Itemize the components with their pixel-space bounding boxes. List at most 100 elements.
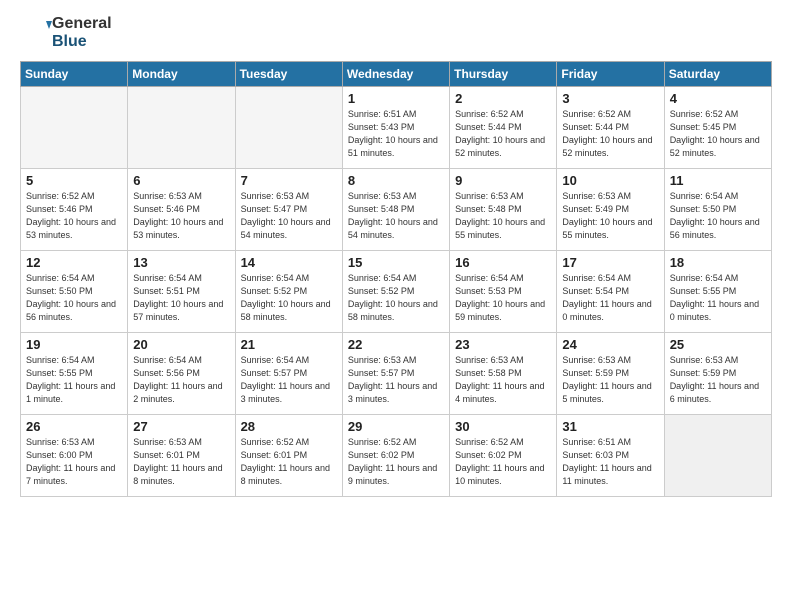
calendar-cell: 15 Sunrise: 6:54 AMSunset: 5:52 PMDayligh… [342,251,449,333]
day-number: 15 [348,255,444,270]
calendar-cell [21,87,128,169]
week-row-4: 19Sunrise: 6:54 AMSunset: 5:55 PMDayligh… [21,333,772,415]
calendar-cell: 5 Sunrise: 6:52 AMSunset: 5:46 PMDaylight… [21,169,128,251]
day-number: 9 [455,173,551,188]
week-row-1: 1Sunrise: 6:51 AMSunset: 5:43 PMDaylight… [21,87,772,169]
weekday-header-wednesday: Wednesday [342,62,449,87]
week-row-5: 26Sunrise: 6:53 AMSunset: 6:00 PMDayligh… [21,415,772,497]
day-info: Sunrise: 6:54 AMSunset: 5:50 PMDaylight:… [670,190,766,242]
logo-svg [20,17,52,49]
day-number: 20 [133,337,229,352]
calendar-cell: 17Sunrise: 6:54 AMSunset: 5:54 PMDayligh… [557,251,664,333]
calendar-cell: 20 Sunrise: 6:54 AMSunset: 5:56 PMDayligh… [128,333,235,415]
calendar-cell: 27 Sunrise: 6:53 AMSunset: 6:01 PMDayligh… [128,415,235,497]
day-info: Sunrise: 6:53 AMSunset: 5:59 PMDaylight:… [562,354,658,406]
weekday-header-row: SundayMondayTuesdayWednesdayThursdayFrid… [21,62,772,87]
calendar-cell: 16Sunrise: 6:54 AMSunset: 5:53 PMDayligh… [450,251,557,333]
calendar-cell: 29 Sunrise: 6:52 AMSunset: 6:02 PMDayligh… [342,415,449,497]
day-number: 23 [455,337,551,352]
day-number: 11 [670,173,766,188]
day-info: Sunrise: 6:51 AMSunset: 6:03 PMDaylight:… [562,436,658,488]
day-info: Sunrise: 6:53 AMSunset: 6:01 PMDaylight:… [133,436,229,488]
page-container: General Blue SundayMondayTuesdayWednesda… [0,0,792,507]
day-info: Sunrise: 6:52 AMSunset: 5:46 PMDaylight:… [26,190,122,242]
day-number: 16 [455,255,551,270]
logo-text-block: General Blue [52,15,112,51]
calendar-cell: 31 Sunrise: 6:51 AMSunset: 6:03 PMDayligh… [557,415,664,497]
calendar-cell [664,415,771,497]
calendar-cell [128,87,235,169]
day-number: 18 [670,255,766,270]
day-info: Sunrise: 6:54 AMSunset: 5:51 PMDaylight:… [133,272,229,324]
day-number: 26 [26,419,122,434]
week-row-3: 12 Sunrise: 6:54 AMSunset: 5:50 PMDayligh… [21,251,772,333]
calendar-cell: 18 Sunrise: 6:54 AMSunset: 5:55 PMDayligh… [664,251,771,333]
calendar-cell: 1Sunrise: 6:51 AMSunset: 5:43 PMDaylight… [342,87,449,169]
day-info: Sunrise: 6:52 AMSunset: 6:01 PMDaylight:… [241,436,337,488]
day-info: Sunrise: 6:54 AMSunset: 5:57 PMDaylight:… [241,354,337,406]
day-info: Sunrise: 6:52 AMSunset: 5:44 PMDaylight:… [455,108,551,160]
day-number: 12 [26,255,122,270]
day-info: Sunrise: 6:52 AMSunset: 6:02 PMDaylight:… [348,436,444,488]
calendar-cell: 13 Sunrise: 6:54 AMSunset: 5:51 PMDayligh… [128,251,235,333]
day-info: Sunrise: 6:54 AMSunset: 5:55 PMDaylight:… [670,272,766,324]
calendar-cell: 12 Sunrise: 6:54 AMSunset: 5:50 PMDayligh… [21,251,128,333]
calendar-cell: 26Sunrise: 6:53 AMSunset: 6:00 PMDayligh… [21,415,128,497]
logo: General Blue [20,15,112,51]
day-info: Sunrise: 6:52 AMSunset: 6:02 PMDaylight:… [455,436,551,488]
day-info: Sunrise: 6:53 AMSunset: 5:48 PMDaylight:… [455,190,551,242]
day-info: Sunrise: 6:54 AMSunset: 5:56 PMDaylight:… [133,354,229,406]
day-number: 10 [562,173,658,188]
weekday-header-friday: Friday [557,62,664,87]
calendar-cell: 21 Sunrise: 6:54 AMSunset: 5:57 PMDayligh… [235,333,342,415]
day-info: Sunrise: 6:54 AMSunset: 5:50 PMDaylight:… [26,272,122,324]
calendar-cell: 19Sunrise: 6:54 AMSunset: 5:55 PMDayligh… [21,333,128,415]
day-info: Sunrise: 6:53 AMSunset: 5:58 PMDaylight:… [455,354,551,406]
day-info: Sunrise: 6:53 AMSunset: 5:59 PMDaylight:… [670,354,766,406]
week-row-2: 5 Sunrise: 6:52 AMSunset: 5:46 PMDaylight… [21,169,772,251]
calendar-cell: 8Sunrise: 6:53 AMSunset: 5:48 PMDaylight… [342,169,449,251]
day-number: 19 [26,337,122,352]
day-number: 5 [26,173,122,188]
day-number: 17 [562,255,658,270]
calendar-table: SundayMondayTuesdayWednesdayThursdayFrid… [20,61,772,497]
weekday-header-thursday: Thursday [450,62,557,87]
calendar-cell: 25 Sunrise: 6:53 AMSunset: 5:59 PMDayligh… [664,333,771,415]
calendar-cell: 6Sunrise: 6:53 AMSunset: 5:46 PMDaylight… [128,169,235,251]
day-number: 25 [670,337,766,352]
calendar-cell: 24 Sunrise: 6:53 AMSunset: 5:59 PMDayligh… [557,333,664,415]
day-number: 29 [348,419,444,434]
day-info: Sunrise: 6:52 AMSunset: 5:44 PMDaylight:… [562,108,658,160]
day-number: 14 [241,255,337,270]
day-number: 27 [133,419,229,434]
calendar-cell [235,87,342,169]
day-number: 31 [562,419,658,434]
day-number: 7 [241,173,337,188]
calendar-cell: 3Sunrise: 6:52 AMSunset: 5:44 PMDaylight… [557,87,664,169]
day-info: Sunrise: 6:51 AMSunset: 5:43 PMDaylight:… [348,108,444,160]
day-number: 28 [241,419,337,434]
day-info: Sunrise: 6:54 AMSunset: 5:52 PMDaylight:… [241,272,337,324]
day-info: Sunrise: 6:53 AMSunset: 5:49 PMDaylight:… [562,190,658,242]
calendar-cell: 2Sunrise: 6:52 AMSunset: 5:44 PMDaylight… [450,87,557,169]
calendar-cell: 22Sunrise: 6:53 AMSunset: 5:57 PMDayligh… [342,333,449,415]
header: General Blue [20,15,772,51]
logo-blue-text: Blue [52,33,87,50]
day-number: 8 [348,173,444,188]
weekday-header-tuesday: Tuesday [235,62,342,87]
day-number: 24 [562,337,658,352]
day-info: Sunrise: 6:53 AMSunset: 5:47 PMDaylight:… [241,190,337,242]
day-number: 21 [241,337,337,352]
day-number: 30 [455,419,551,434]
day-number: 4 [670,91,766,106]
calendar-cell: 4 Sunrise: 6:52 AMSunset: 5:45 PMDaylight… [664,87,771,169]
day-info: Sunrise: 6:52 AMSunset: 5:45 PMDaylight:… [670,108,766,160]
calendar-cell: 7 Sunrise: 6:53 AMSunset: 5:47 PMDaylight… [235,169,342,251]
day-number: 22 [348,337,444,352]
logo-general-text: General [52,15,112,32]
day-info: Sunrise: 6:54 AMSunset: 5:52 PMDaylight:… [348,272,444,324]
calendar-cell: 11 Sunrise: 6:54 AMSunset: 5:50 PMDayligh… [664,169,771,251]
day-info: Sunrise: 6:53 AMSunset: 5:46 PMDaylight:… [133,190,229,242]
day-number: 13 [133,255,229,270]
calendar-cell: 14 Sunrise: 6:54 AMSunset: 5:52 PMDayligh… [235,251,342,333]
